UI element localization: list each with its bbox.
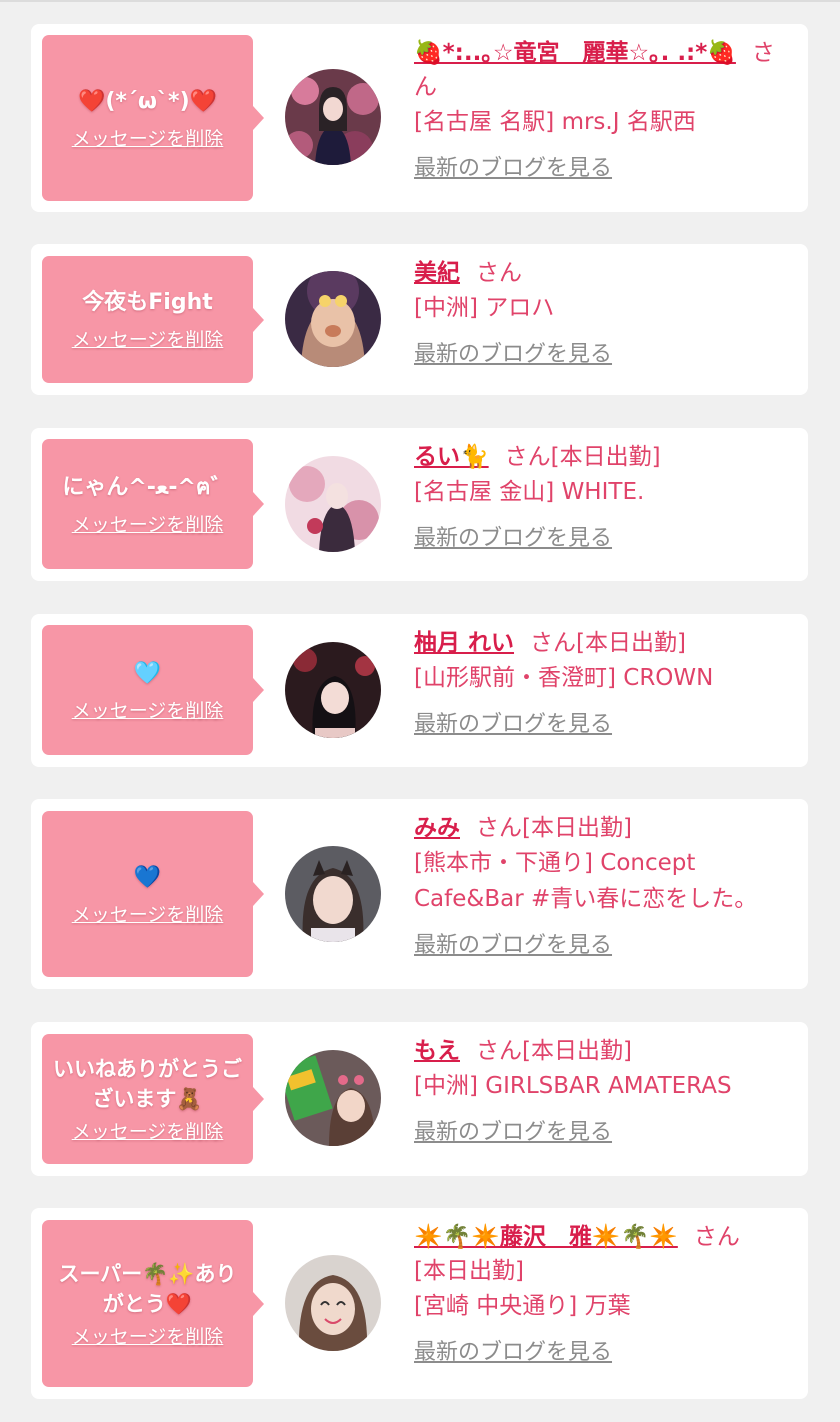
message-card: スーパー🌴✨ありがとう❤️ メッセージを削除 ✴️🌴✴️藤沢 雅✴️🌴✴️ さん … (31, 1208, 808, 1399)
cast-name-line: 柚月 れい さん[本日出勤] (414, 626, 794, 660)
honorific: さん (476, 260, 522, 286)
message-card: 💙 メッセージを削除 みみ さん[本日出勤] [熊本市・下通り] Concept … (31, 799, 808, 989)
message-card: いいねありがとうございます🧸 メッセージを削除 もえ さん[本日出勤] [中洲] … (31, 1022, 808, 1176)
shop-info: [宮崎 中央通り] 万葉 (414, 1293, 631, 1319)
cast-name-link[interactable]: 🍓*:..｡☆竜宮 麗華☆｡. .:*🍓 (414, 40, 736, 66)
honorific: さん (693, 1224, 740, 1250)
delete-message-link[interactable]: メッセージを削除 (72, 699, 224, 723)
delete-message-link[interactable]: メッセージを削除 (72, 513, 224, 537)
avatar[interactable] (285, 846, 381, 942)
profile-photo-icon (285, 1050, 381, 1146)
latest-blog-link[interactable]: 最新のブログを見る (414, 1118, 612, 1148)
shop-info: [中洲] アロハ (414, 295, 555, 321)
cast-name-line: みみ さん[本日出勤] (414, 811, 794, 845)
message-bubble: いいねありがとうございます🧸 メッセージを削除 (42, 1034, 264, 1164)
message-bubble: 🩵 メッセージを削除 (42, 625, 264, 755)
message-text: 💙 (133, 864, 162, 890)
latest-blog-link[interactable]: 最新のブログを見る (414, 524, 612, 554)
cast-info: もえ さん[本日出勤] [中洲] GIRLSBAR AMATERAS 最新のブログ… (414, 1034, 794, 1148)
message-text: ❤️(*´ω`*)❤️ (77, 88, 218, 114)
cast-name-link[interactable]: もえ (414, 1038, 460, 1064)
profile-photo-icon (285, 846, 381, 942)
message-card: 🩵 メッセージを削除 柚月 れい さん[本日出勤] [山形駅前・香澄町] CROW… (31, 614, 808, 767)
message-text: にゃん^-ﻌ-^ฅ゛ (62, 474, 233, 500)
cast-name-link[interactable]: 柚月 れい (414, 630, 514, 656)
attendance-status: [本日出勤] (522, 815, 632, 841)
honorific: さん (476, 1038, 522, 1064)
message-bubble: スーパー🌴✨ありがとう❤️ メッセージを削除 (42, 1220, 264, 1387)
avatar[interactable] (285, 1050, 381, 1146)
profile-photo-icon (285, 1255, 381, 1351)
cast-name-link[interactable]: 美紀 (414, 260, 460, 286)
profile-photo-icon (285, 642, 381, 738)
cast-name-line: るい🐈 さん[本日出勤] (414, 440, 794, 474)
cast-info: 美紀 さん [中洲] アロハ 最新のブログを見る (414, 256, 794, 370)
honorific: さん (530, 630, 577, 656)
avatar[interactable] (285, 642, 381, 738)
honorific: さん (504, 444, 551, 470)
message-text: 🩵 (133, 660, 162, 686)
message-bubble: 今夜もFight メッセージを削除 (42, 256, 264, 383)
cast-name-line: 🍓*:..｡☆竜宮 麗華☆｡. .:*🍓 さん (414, 36, 794, 104)
message-text: 今夜もFight (82, 290, 213, 315)
latest-blog-link[interactable]: 最新のブログを見る (414, 340, 612, 370)
message-bubble: 💙 メッセージを削除 (42, 811, 264, 977)
message-card: ❤️(*´ω`*)❤️ メッセージを削除 🍓*:..｡☆竜宮 麗華☆｡. .:*… (31, 24, 808, 212)
cast-info: 柚月 れい さん[本日出勤] [山形駅前・香澄町] CROWN 最新のブログを見る (414, 626, 794, 740)
cast-info: 🍓*:..｡☆竜宮 麗華☆｡. .:*🍓 さん [名古屋 名駅] mrs.J 名駅… (414, 36, 794, 184)
cast-name-link[interactable]: るい🐈 (414, 444, 489, 470)
cast-name-link[interactable]: みみ (414, 815, 460, 841)
profile-photo-icon (285, 271, 381, 367)
attendance-status: [本日出勤] (414, 1258, 524, 1284)
shop-info: [熊本市・下通り] Concept Cafe&Bar #青い春に恋をした。 (414, 850, 758, 912)
message-card: にゃん^-ﻌ-^ฅ゛ メッセージを削除 るい🐈 さん[本日出勤] [名古屋 金山]… (31, 428, 808, 581)
latest-blog-link[interactable]: 最新のブログを見る (414, 931, 612, 961)
delete-message-link[interactable]: メッセージを削除 (72, 328, 224, 352)
top-border (0, 0, 840, 2)
avatar[interactable] (285, 1255, 381, 1351)
cast-info: みみ さん[本日出勤] [熊本市・下通り] Concept Cafe&Bar #青… (414, 811, 794, 961)
profile-photo-icon (285, 69, 381, 165)
attendance-status: [本日出勤] (522, 1038, 632, 1064)
cast-info: ✴️🌴✴️藤沢 雅✴️🌴✴️ さん [本日出勤] [宮崎 中央通り] 万葉 最新の… (414, 1220, 794, 1368)
latest-blog-link[interactable]: 最新のブログを見る (414, 710, 612, 740)
latest-blog-link[interactable]: 最新のブログを見る (414, 1338, 612, 1368)
shop-info: [名古屋 金山] WHITE. (414, 479, 645, 505)
shop-info: [名古屋 名駅] mrs.J 名駅西 (414, 109, 696, 135)
latest-blog-link[interactable]: 最新のブログを見る (414, 154, 612, 184)
cast-name-line: 美紀 さん (414, 256, 794, 290)
message-card: 今夜もFight メッセージを削除 美紀 さん [中洲] アロハ 最新のブログを見… (31, 244, 808, 395)
message-text: スーパー🌴✨ありがとう❤️ (58, 1261, 237, 1316)
shop-info: [中洲] GIRLSBAR AMATERAS (414, 1073, 732, 1099)
attendance-status: [本日出勤] (576, 630, 686, 656)
cast-name-link[interactable]: ✴️🌴✴️藤沢 雅✴️🌴✴️ (414, 1224, 678, 1250)
avatar[interactable] (285, 271, 381, 367)
cast-name-line: もえ さん[本日出勤] (414, 1034, 794, 1068)
delete-message-link[interactable]: メッセージを削除 (72, 127, 224, 151)
message-text: いいねありがとうございます🧸 (53, 1057, 242, 1111)
cast-name-line: ✴️🌴✴️藤沢 雅✴️🌴✴️ さん (414, 1220, 794, 1254)
message-bubble: ❤️(*´ω`*)❤️ メッセージを削除 (42, 35, 264, 201)
delete-message-link[interactable]: メッセージを削除 (72, 903, 224, 927)
message-bubble: にゃん^-ﻌ-^ฅ゛ メッセージを削除 (42, 439, 264, 569)
cast-info: るい🐈 さん[本日出勤] [名古屋 金山] WHITE. 最新のブログを見る (414, 440, 794, 554)
profile-photo-icon (285, 456, 381, 552)
avatar[interactable] (285, 69, 381, 165)
honorific: さん (476, 815, 522, 841)
delete-message-link[interactable]: メッセージを削除 (72, 1325, 224, 1349)
avatar[interactable] (285, 456, 381, 552)
delete-message-link[interactable]: メッセージを削除 (72, 1120, 224, 1144)
attendance-status: [本日出勤] (550, 444, 661, 470)
shop-info: [山形駅前・香澄町] CROWN (414, 665, 714, 691)
